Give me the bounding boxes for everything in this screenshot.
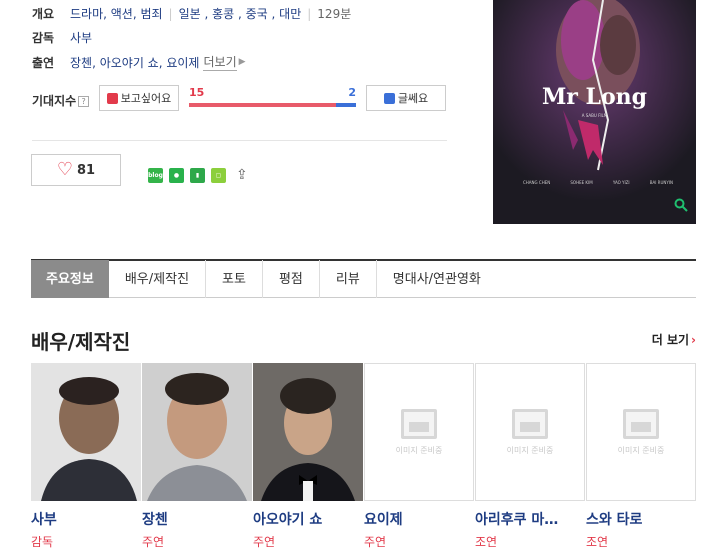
like-button[interactable]: ♡ 81: [31, 154, 121, 186]
memo-icon[interactable]: ▢: [211, 168, 226, 183]
placeholder-text: 이미지 준비중: [395, 445, 443, 455]
placeholder-text: 이미지 준비중: [506, 445, 554, 455]
person-photo-art: [253, 363, 363, 501]
poster-credit: CHANG CHEN: [523, 180, 551, 185]
not-sure-label: 글쎄요: [397, 92, 429, 105]
person-name[interactable]: 아리후쿠 마…: [475, 509, 578, 529]
poster-credit: SOHEE KIM: [570, 180, 593, 185]
bookmark-icon[interactable]: ▮: [190, 168, 205, 183]
person-role: 조연: [586, 535, 609, 549]
divider: |: [168, 6, 173, 21]
expectation-label: 기대지수?: [32, 92, 90, 109]
poster-credit: BAI RUNYIN: [649, 180, 673, 185]
share-out-icon[interactable]: ⇪: [236, 168, 253, 183]
person-photo-placeholder[interactable]: 이미지 준비중: [475, 363, 585, 501]
poster-credits: CHANG CHEN SOHEE KIM YAO YIZI BAI RUNYIN: [523, 180, 673, 185]
person-photo-art: [142, 363, 252, 501]
runtime: 129분: [317, 7, 352, 21]
person-name[interactable]: 아오야기 쇼: [253, 509, 356, 529]
section-title: 배우/제작진: [31, 330, 131, 354]
detail-tabs: 주요정보 배우/제작진 포토 평점 리뷰 명대사/연관영화: [31, 259, 696, 298]
image-placeholder-icon: [623, 408, 659, 439]
tab-rating[interactable]: 평점: [261, 260, 319, 298]
country-links[interactable]: 일본 , 홍콩 , 중국 , 대만: [179, 5, 302, 22]
like-count: 81: [77, 162, 96, 178]
person-card[interactable]: 장첸 주연: [142, 363, 253, 550]
person-role: 주연: [142, 535, 165, 549]
person-role: 주연: [253, 535, 276, 549]
person-photo[interactable]: [253, 363, 363, 501]
meh-count: 2: [348, 86, 356, 99]
cast-row: 출연 장첸, 아오야기 쇼, 요이제 더보기 ▶: [32, 53, 246, 71]
expectation-label-text: 기대지수: [32, 94, 77, 108]
person-card[interactable]: 아오야기 쇼 주연: [253, 363, 364, 550]
person-photo-placeholder[interactable]: 이미지 준비중: [364, 363, 474, 501]
person-name[interactable]: 스와 타로: [586, 509, 689, 529]
image-placeholder-icon: [512, 408, 548, 439]
placeholder-text: 이미지 준비중: [617, 445, 665, 455]
help-icon[interactable]: ?: [78, 96, 90, 107]
want-fill: [189, 103, 336, 107]
tab-main-info[interactable]: 주요정보: [31, 260, 109, 298]
person-role: 감독: [31, 535, 54, 549]
person-photo[interactable]: [142, 363, 252, 501]
zoom-icon[interactable]: [674, 198, 688, 216]
tab-photo[interactable]: 포토: [205, 260, 262, 298]
crew-more-label: 더 보기: [651, 333, 690, 347]
person-photo-art: [31, 363, 141, 501]
genre-links[interactable]: 드라마, 액션, 범죄: [70, 5, 163, 22]
person-photo[interactable]: [31, 363, 141, 501]
director-label: 감독: [32, 31, 55, 45]
cast-links[interactable]: 장첸, 아오야기 쇼, 요이제: [70, 54, 199, 71]
person-photo-placeholder[interactable]: 이미지 준비중: [586, 363, 696, 501]
cast-more-link[interactable]: 더보기: [203, 53, 237, 71]
expectation-track: [189, 103, 356, 107]
person-name[interactable]: 사부: [31, 509, 134, 529]
divider: |: [307, 6, 312, 21]
want-count: 15: [189, 86, 205, 99]
image-placeholder-icon: [401, 408, 437, 439]
poster-credit: YAO YIZI: [612, 180, 630, 185]
person-card[interactable]: 이미지 준비중 요이제 주연: [364, 363, 475, 550]
director-link[interactable]: 사부: [70, 29, 92, 46]
chevron-right-icon: ›: [691, 333, 696, 347]
person-card[interactable]: 이미지 준비중 스와 타로 조연: [586, 363, 697, 550]
section-divider: [32, 140, 447, 141]
poster-art: [493, 0, 696, 224]
heart-icon: ♡: [56, 159, 74, 180]
person-card[interactable]: 이미지 준비중 아리후쿠 마… 조연: [475, 363, 586, 550]
person-role: 조연: [475, 535, 498, 549]
people-list: 사부 감독 장첸 주연 아오야기 쇼 주연 이미지 준비중 요이제 주연 이미지…: [31, 363, 697, 550]
share-bar: blog ● ▮ ▢ ⇪: [148, 168, 253, 183]
person-name[interactable]: 장첸: [142, 509, 245, 529]
tab-quotes-related[interactable]: 명대사/연관영화: [375, 260, 497, 298]
not-sure-button[interactable]: 글쎄요: [366, 85, 446, 111]
cast-label: 출연: [32, 55, 55, 70]
overview-row: 개요 드라마, 액션, 범죄 | 일본 , 홍콩 , 중국 , 대만 | 129…: [32, 5, 351, 22]
movie-poster[interactable]: Mr Long A SABU FILM CHANG CHEN SOHEE KIM…: [493, 0, 696, 224]
poster-title: Mr Long: [541, 84, 648, 110]
tab-review[interactable]: 리뷰: [318, 260, 376, 298]
person-name[interactable]: 요이제: [364, 509, 467, 529]
want-to-see-label: 보고싶어요: [120, 92, 172, 105]
thumbs-up-icon: [106, 92, 118, 104]
poster-subtitle: A SABU FILM: [581, 113, 608, 118]
person-role: 주연: [364, 535, 387, 549]
expectation-bar: 15 2: [189, 86, 356, 110]
overview-label: 개요: [32, 7, 55, 21]
crew-more-link[interactable]: 더 보기 ›: [652, 331, 696, 348]
want-to-see-button[interactable]: 보고싶어요: [99, 85, 179, 111]
blog-icon[interactable]: blog: [148, 168, 163, 183]
thumbs-down-icon: [383, 92, 395, 104]
chevron-right-icon: ▶: [238, 57, 246, 67]
director-row: 감독 사부: [32, 29, 92, 46]
tab-cast-crew[interactable]: 배우/제작진: [109, 260, 205, 298]
talk-icon[interactable]: ●: [169, 168, 184, 183]
person-card[interactable]: 사부 감독: [31, 363, 142, 550]
